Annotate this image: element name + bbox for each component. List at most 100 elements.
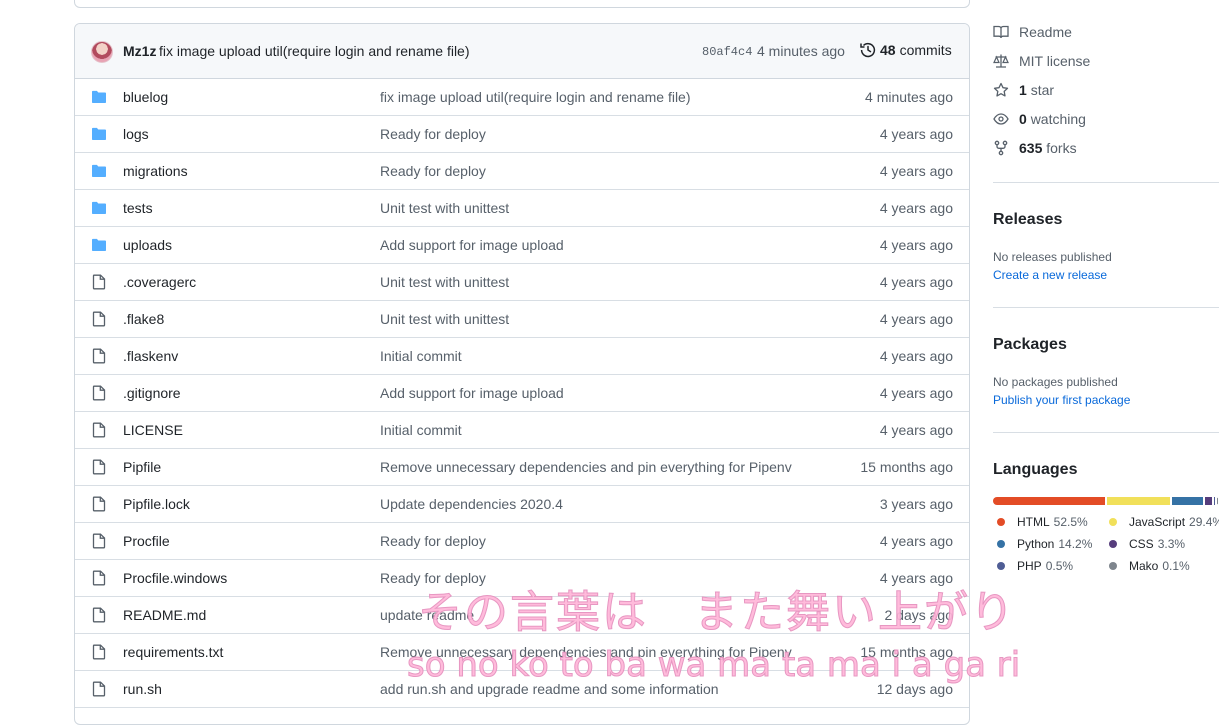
file-name-link[interactable]: Pipfile bbox=[123, 459, 161, 475]
file-name-link[interactable]: requirements.txt bbox=[123, 644, 223, 660]
file-commit-message-link[interactable]: Add support for image upload bbox=[380, 237, 564, 253]
language-item[interactable]: Mako0.1% bbox=[1109, 559, 1190, 573]
file-commit-message-link[interactable]: Ready for deploy bbox=[380, 533, 486, 549]
file-name-link[interactable]: .coveragerc bbox=[123, 274, 196, 290]
eye-icon bbox=[993, 111, 1009, 127]
avatar[interactable] bbox=[91, 41, 113, 63]
language-bar-segment bbox=[1172, 497, 1202, 505]
file-row[interactable]: .flaskenvInitial commit4 years ago bbox=[75, 338, 969, 375]
file-name-link[interactable]: logs bbox=[123, 126, 149, 142]
license-link[interactable]: MIT license bbox=[993, 53, 1090, 69]
file-name-link[interactable]: Procfile bbox=[123, 533, 170, 549]
watching-link[interactable]: 0 watching bbox=[993, 111, 1086, 127]
language-percent: 29.4% bbox=[1189, 515, 1219, 529]
file-row[interactable]: uploadsAdd support for image upload4 yea… bbox=[75, 227, 969, 264]
file-commit-message-link[interactable]: Unit test with unittest bbox=[380, 311, 509, 327]
language-item[interactable]: CSS3.3% bbox=[1109, 537, 1185, 551]
file-icon bbox=[91, 459, 107, 475]
file-commit-message-link[interactable]: Add support for image upload bbox=[380, 385, 564, 401]
forks-link[interactable]: 635 forks bbox=[993, 140, 1077, 156]
language-item[interactable]: HTML52.5% bbox=[997, 515, 1088, 529]
file-name-link[interactable]: LICENSE bbox=[123, 422, 183, 438]
language-item[interactable]: Python14.2% bbox=[997, 537, 1092, 551]
file-commit-message-link[interactable]: Unit test with unittest bbox=[380, 274, 509, 290]
file-name-link[interactable]: bluelog bbox=[123, 89, 168, 105]
file-commit-message-link[interactable]: Initial commit bbox=[380, 422, 462, 438]
law-scale-icon bbox=[993, 53, 1009, 69]
lyric-line-romaji: so no ko to ba wa ma ta ma i a ga ri bbox=[407, 645, 1020, 685]
file-icon bbox=[91, 348, 107, 364]
previous-box bbox=[74, 0, 970, 8]
packages-title[interactable]: Packages bbox=[993, 336, 1067, 354]
folder-icon bbox=[91, 163, 107, 179]
file-row[interactable]: LICENSE Initial commit 4 years ago bbox=[75, 412, 969, 449]
stars-link[interactable]: 1 star bbox=[993, 82, 1054, 98]
folder-icon bbox=[91, 126, 107, 142]
file-commit-message-link[interactable]: Remove unnecessary dependencies and pin … bbox=[380, 459, 792, 475]
divider bbox=[993, 182, 1219, 183]
file-row[interactable]: migrationsReady for deploy4 years ago bbox=[75, 153, 969, 190]
commit-message[interactable]: fix image upload util(require login and … bbox=[159, 43, 470, 59]
file-row[interactable]: .gitignore Add support for image upload 4 … bbox=[75, 375, 969, 412]
folder-icon bbox=[91, 200, 107, 216]
file-row[interactable]: Pipfile.lock Update dependencies 2020.4 3 … bbox=[75, 486, 969, 523]
language-color-dot bbox=[1109, 540, 1117, 548]
language-color-dot bbox=[997, 518, 1005, 526]
language-color-dot bbox=[1109, 562, 1117, 570]
commit-sha[interactable]: 80af4c4 bbox=[702, 45, 752, 59]
file-name-link[interactable]: .flake8 bbox=[123, 311, 164, 327]
file-commit-age: 4 minutes ago bbox=[865, 89, 953, 105]
file-commit-message-link[interactable]: fix image upload util(require login and … bbox=[380, 89, 691, 105]
language-percent: 0.5% bbox=[1046, 559, 1073, 573]
file-icon bbox=[91, 496, 107, 512]
commits-history-link[interactable]: 48 commits bbox=[860, 42, 952, 58]
commit-time: 4 minutes ago bbox=[757, 43, 845, 59]
file-commit-age: 4 years ago bbox=[880, 422, 953, 438]
file-icon bbox=[91, 681, 107, 697]
file-commit-message-link[interactable]: Unit test with unittest bbox=[380, 200, 509, 216]
file-name-link[interactable]: .gitignore bbox=[123, 385, 181, 401]
stars-label: star bbox=[1031, 82, 1054, 98]
readme-label: Readme bbox=[1019, 24, 1072, 40]
file-name-link[interactable]: migrations bbox=[123, 163, 188, 179]
language-name: JavaScript bbox=[1129, 515, 1185, 529]
releases-empty-text: No releases published bbox=[993, 250, 1112, 264]
commit-author[interactable]: Mz1z bbox=[123, 43, 156, 59]
language-item[interactable]: JavaScript 29.4% bbox=[1109, 515, 1219, 529]
file-commit-message-link[interactable]: Update dependencies 2020.4 bbox=[380, 496, 563, 512]
file-icon bbox=[91, 422, 107, 438]
file-commit-message-link[interactable]: Ready for deploy bbox=[380, 126, 486, 142]
language-item[interactable]: PHP0.5% bbox=[997, 559, 1073, 573]
file-commit-age: 4 years ago bbox=[880, 385, 953, 401]
language-bar-segment bbox=[1107, 497, 1170, 505]
create-release-link[interactable]: Create a new release bbox=[993, 268, 1107, 282]
file-row[interactable]: testsUnit test with unittest4 years ago bbox=[75, 190, 969, 227]
releases-title[interactable]: Releases bbox=[993, 211, 1062, 229]
folder-icon bbox=[91, 237, 107, 253]
publish-package-link[interactable]: Publish your first package bbox=[993, 393, 1130, 407]
file-row[interactable]: Procfile Ready for deploy 4 years ago bbox=[75, 523, 969, 560]
readme-link[interactable]: Readme bbox=[993, 24, 1072, 40]
language-name: CSS bbox=[1129, 537, 1154, 551]
file-commit-age: 3 years ago bbox=[880, 496, 953, 512]
file-commit-message-link[interactable]: Initial commit bbox=[380, 348, 462, 364]
file-name-link[interactable]: run.sh bbox=[123, 681, 162, 697]
star-icon bbox=[993, 82, 1009, 98]
file-row[interactable]: .flake8Unit test with unittest4 years ag… bbox=[75, 301, 969, 338]
file-name-link[interactable]: Pipfile.lock bbox=[123, 496, 190, 512]
language-percent: 14.2% bbox=[1058, 537, 1092, 551]
file-commit-age: 4 years ago bbox=[880, 533, 953, 549]
file-row[interactable]: .coveragercUnit test with unittest4 year… bbox=[75, 264, 969, 301]
file-commit-message-link[interactable]: Ready for deploy bbox=[380, 163, 486, 179]
file-row[interactable]: bluelog fix image upload util(require log… bbox=[75, 79, 969, 116]
file-row[interactable]: Pipfile Remove unnecessary dependencies a… bbox=[75, 449, 969, 486]
file-name-link[interactable]: Procfile.windows bbox=[123, 570, 227, 586]
file-icon bbox=[91, 385, 107, 401]
file-name-link[interactable]: tests bbox=[123, 200, 153, 216]
languages-title: Languages bbox=[993, 461, 1077, 479]
file-name-link[interactable]: README.md bbox=[123, 607, 206, 623]
file-icon bbox=[91, 311, 107, 327]
file-name-link[interactable]: uploads bbox=[123, 237, 172, 253]
file-name-link[interactable]: .flaskenv bbox=[123, 348, 178, 364]
file-row[interactable]: logsReady for deploy4 years ago bbox=[75, 116, 969, 153]
